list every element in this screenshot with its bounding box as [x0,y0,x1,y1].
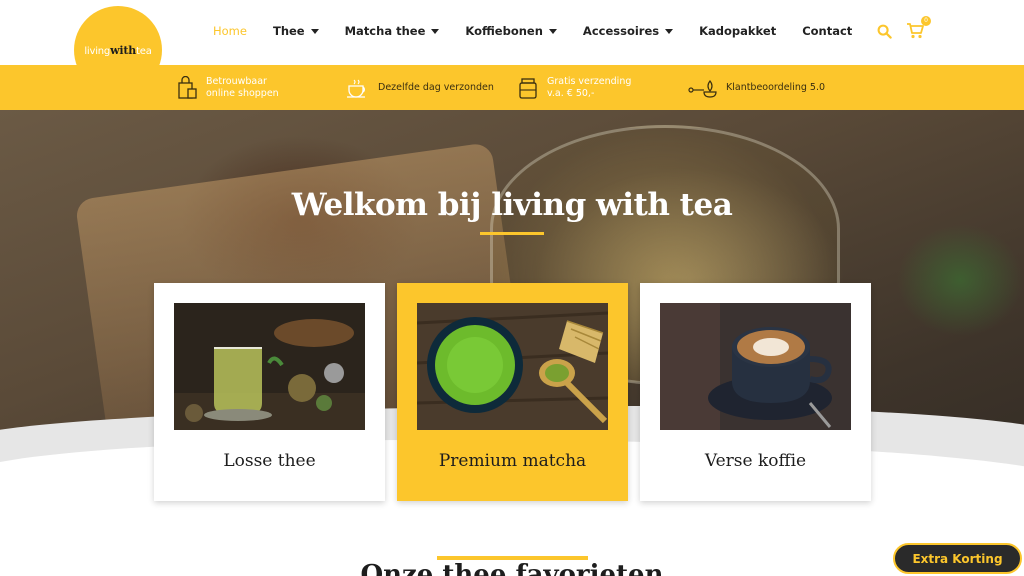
benefit-same-day-shipping: Dezelfde dag verzonden [346,65,494,110]
category-card-premium-matcha[interactable]: Premium matcha [397,283,628,501]
loose-tea-photo [174,303,365,430]
benefit-text: Dezelfde dag verzonden [378,81,494,93]
nav-item-label: Koffiebonen [465,24,543,38]
nav-item-koffiebonen[interactable]: Koffiebonen [465,24,557,38]
main-nav: Home Thee Matcha thee Koffiebonen Access… [213,24,878,38]
category-card-losse-thee[interactable]: Losse thee [154,283,385,501]
nav-item-label: Contact [802,24,853,38]
logo-text: livingwithtea [84,43,152,57]
shopping-bag-icon [178,75,197,99]
tea-jar-icon [519,77,537,99]
site-logo[interactable]: livingwithtea [74,6,162,94]
nav-item-accessoires[interactable]: Accessoires [582,24,674,38]
card-label: Verse koffie [704,451,807,471]
category-card-verse-koffie[interactable]: Verse koffie [640,283,871,501]
nav-item-label: Thee [272,24,305,38]
nav-item-kadopakket[interactable]: Kadopakket [699,24,776,38]
coffee-photo [660,303,851,430]
teacup-icon [347,79,365,98]
card-label: Losse thee [223,451,316,471]
nav-item-home[interactable]: Home [213,24,247,38]
nav-item-label: Accessoires [582,24,660,38]
hero-title-underline [480,232,544,235]
chevron-down-icon [665,28,674,34]
extra-korting-button[interactable]: Extra Korting [893,543,1022,574]
nav-item-label: Home [213,24,247,38]
cart-count-badge: 0 [921,16,931,26]
benefit-text: Betrouwbaar online shoppen [206,75,279,99]
nav-item-label: Kadopakket [699,24,777,38]
cart-icon[interactable] [906,22,924,39]
nav-item-thee[interactable]: Thee [273,24,319,38]
matcha-photo [417,303,608,430]
chevron-down-icon [548,28,557,34]
benefit-text: Gratis verzending v.a. € 50,- [547,75,632,99]
benefit-text: Klantbeoordeling 5.0 [726,81,826,93]
card-label: Premium matcha [438,451,587,471]
hero-title: Welkom bij living with tea [291,187,733,223]
search-icon[interactable] [877,24,892,39]
nav-item-matcha-thee[interactable]: Matcha thee [345,24,440,38]
leaf-rating-icon [688,79,717,98]
nav-item-contact[interactable]: Contact [802,24,852,38]
chevron-down-icon [431,28,440,34]
nav-item-label: Matcha thee [344,24,426,38]
benefit-free-shipping: Gratis verzending v.a. € 50,- [517,65,631,110]
benefit-customer-rating: Klantbeoordeling 5.0 [688,65,825,110]
section-title: Onze thee favorieten [360,560,664,576]
benefit-trusted-shopping: Betrouwbaar online shoppen [176,65,279,110]
chevron-down-icon [310,28,319,34]
